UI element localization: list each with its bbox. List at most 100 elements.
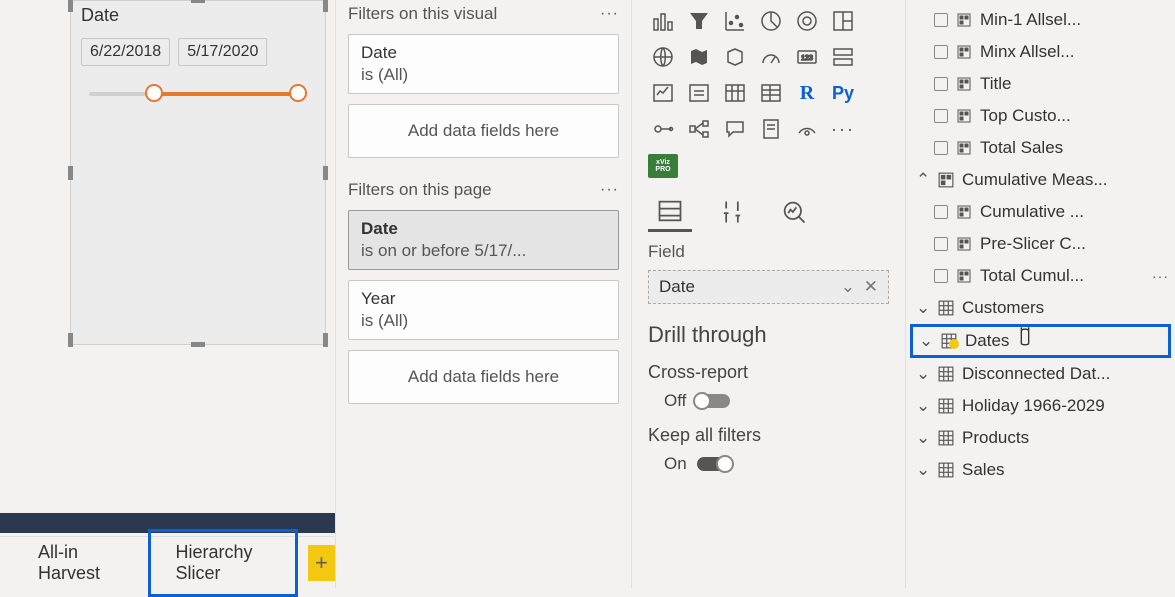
- collapse-icon: ⌃: [916, 170, 930, 190]
- svg-text:123: 123: [801, 55, 813, 62]
- keep-filters-state: On: [664, 454, 687, 474]
- field-well-date[interactable]: Date ⌄ ✕: [648, 270, 889, 304]
- r-visual-icon[interactable]: R: [792, 78, 822, 108]
- expand-icon: ⌄: [916, 428, 930, 448]
- filters-page-more[interactable]: ···: [600, 181, 619, 199]
- arcgis-icon[interactable]: [792, 114, 822, 144]
- matrix-icon[interactable]: [756, 78, 786, 108]
- donut-icon[interactable]: [792, 6, 822, 36]
- resize-handle[interactable]: [191, 0, 205, 3]
- cross-report-state: Off: [664, 391, 686, 411]
- table-holiday[interactable]: ⌄Holiday 1966-2029: [906, 390, 1175, 422]
- table-icon: [938, 366, 954, 382]
- multi-row-card-icon[interactable]: [828, 42, 858, 72]
- qa-icon[interactable]: [720, 114, 750, 144]
- decomposition-tree-icon[interactable]: [684, 114, 714, 144]
- filter-card-year-page[interactable]: Year is (All): [348, 280, 619, 340]
- resize-handle[interactable]: [191, 342, 205, 347]
- table-disconnected-dates[interactable]: ⌄Disconnected Dat...: [906, 358, 1175, 390]
- table-icon: [938, 462, 954, 478]
- field-total-cumul[interactable]: Total Cumul...···: [906, 260, 1175, 292]
- viz-gallery: 123 R Py ···: [648, 6, 889, 144]
- drill-through-header: Drill through: [648, 322, 889, 348]
- measure-icon: [956, 76, 972, 92]
- report-canvas[interactable]: Date 6/22/2018 5/17/2020 All-in Harvest …: [0, 0, 335, 588]
- shape-map-icon[interactable]: [720, 42, 750, 72]
- funnel-icon[interactable]: [684, 6, 714, 36]
- filters-visual-more[interactable]: ···: [600, 5, 619, 23]
- remove-field-icon[interactable]: ✕: [864, 277, 878, 296]
- more-visuals-button[interactable]: ···: [828, 114, 858, 144]
- slider-handle-start[interactable]: [145, 84, 163, 102]
- slicer-title: Date: [71, 1, 325, 32]
- keep-filters-toggle[interactable]: [697, 457, 731, 471]
- measure-icon: [956, 204, 972, 220]
- python-visual-icon[interactable]: Py: [828, 78, 858, 108]
- resize-handle[interactable]: [323, 166, 328, 180]
- cross-report-toggle[interactable]: [696, 394, 730, 408]
- field-well-label: Field: [648, 242, 889, 262]
- chevron-down-icon[interactable]: ⌄: [841, 277, 855, 296]
- filter-value: is on or before 5/17/...: [361, 241, 606, 261]
- paginated-report-icon[interactable]: [756, 114, 786, 144]
- table-customers[interactable]: ⌄Customers: [906, 292, 1175, 324]
- filter-visual-dropzone[interactable]: Add data fields here: [348, 104, 619, 158]
- field-minx[interactable]: Minx Allsel...: [906, 36, 1175, 68]
- treemap-icon[interactable]: [828, 6, 858, 36]
- clustered-column-icon[interactable]: [648, 6, 678, 36]
- resize-handle[interactable]: [323, 333, 328, 347]
- field-pre-slicer[interactable]: Pre-Slicer C...: [906, 228, 1175, 260]
- resize-handle[interactable]: [68, 0, 73, 12]
- tab-all-in-harvest[interactable]: All-in Harvest: [14, 532, 142, 594]
- field-min1[interactable]: Min-1 Allsel...: [906, 4, 1175, 36]
- resize-handle[interactable]: [68, 333, 73, 347]
- field-well-value: Date: [659, 277, 695, 297]
- filters-pane: Filters on this visual ··· Date is (All)…: [335, 0, 631, 588]
- measure-icon: [956, 12, 972, 28]
- resize-handle[interactable]: [323, 0, 328, 12]
- table-icon: [938, 430, 954, 446]
- field-title[interactable]: Title: [906, 68, 1175, 100]
- analytics-tab[interactable]: [772, 192, 816, 232]
- fields-tab[interactable]: [648, 192, 692, 232]
- field-cumulative[interactable]: Cumulative ...: [906, 196, 1175, 228]
- slider-handle-end[interactable]: [289, 84, 307, 102]
- field-more-button[interactable]: ···: [1152, 268, 1169, 284]
- page-tabs: All-in Harvest Hierarchy Slicer +: [0, 536, 335, 588]
- slicer-end-date[interactable]: 5/17/2020: [178, 38, 267, 66]
- tab-hierarchy-slicer[interactable]: Hierarchy Slicer: [148, 529, 297, 597]
- filter-name: Date: [361, 219, 606, 239]
- slicer-icon[interactable]: [684, 78, 714, 108]
- filter-page-dropzone[interactable]: Add data fields here: [348, 350, 619, 404]
- filter-card-date-page[interactable]: Date is on or before 5/17/...: [348, 210, 619, 270]
- kpi-icon[interactable]: [648, 78, 678, 108]
- xviz-pro-badge[interactable]: xVizPRO: [648, 154, 678, 178]
- field-total-sales[interactable]: Total Sales: [906, 132, 1175, 164]
- cross-report-label: Cross-report: [648, 362, 889, 383]
- expand-icon: ⌄: [919, 331, 933, 351]
- table-dates[interactable]: ⌄Dates: [910, 324, 1171, 358]
- table-icon: [938, 300, 954, 316]
- map-icon[interactable]: [648, 42, 678, 72]
- filter-value: is (All): [361, 65, 606, 85]
- table-icon[interactable]: [720, 78, 750, 108]
- scatter-icon[interactable]: [720, 6, 750, 36]
- slicer-start-date[interactable]: 6/22/2018: [81, 38, 170, 66]
- resize-handle[interactable]: [68, 166, 73, 180]
- table-cumulative-measures[interactable]: ⌃Cumulative Meas...: [906, 164, 1175, 196]
- format-tab[interactable]: [710, 192, 754, 232]
- checked-badge-icon: [949, 339, 959, 349]
- table-sales[interactable]: ⌄Sales: [906, 454, 1175, 486]
- gauge-icon[interactable]: [756, 42, 786, 72]
- add-page-button[interactable]: +: [308, 545, 335, 581]
- field-top-custo[interactable]: Top Custo...: [906, 100, 1175, 132]
- pie-icon[interactable]: [756, 6, 786, 36]
- slicer-slider[interactable]: [89, 92, 307, 96]
- filter-card-date-visual[interactable]: Date is (All): [348, 34, 619, 94]
- table-products[interactable]: ⌄Products: [906, 422, 1175, 454]
- measure-table-icon: [938, 172, 954, 188]
- card-icon[interactable]: 123: [792, 42, 822, 72]
- filled-map-icon[interactable]: [684, 42, 714, 72]
- key-influencers-icon[interactable]: [648, 114, 678, 144]
- date-slicer-visual[interactable]: Date 6/22/2018 5/17/2020: [70, 0, 326, 345]
